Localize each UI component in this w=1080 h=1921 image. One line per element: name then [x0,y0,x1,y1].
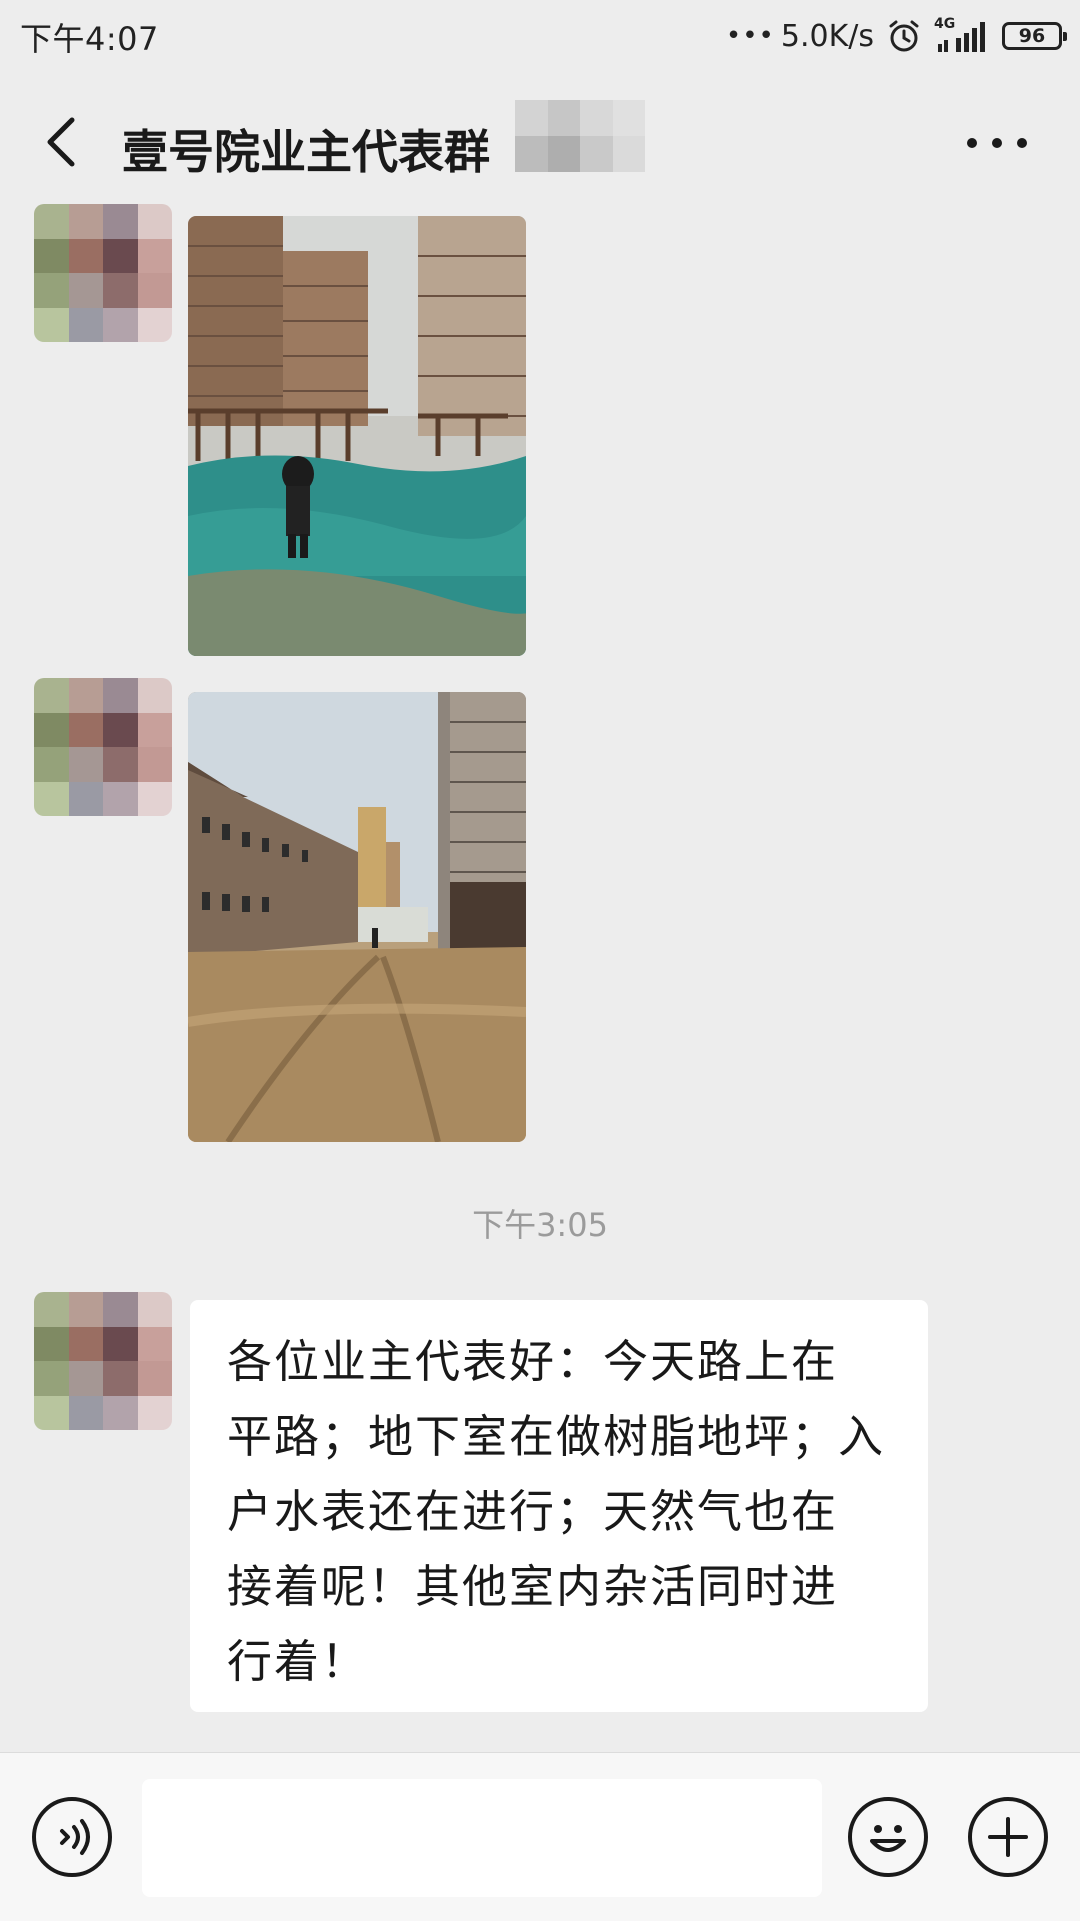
emoji-icon[interactable] [848,1797,928,1877]
message-text-line: 平路；地下室在做树脂地坪；入 [227,1410,886,1463]
status-right-group: ••• 5.0K/s 4G 96 [725,14,1067,58]
message-text-line: 接着呢！其他室内杂活同时进 [227,1560,839,1613]
chat-title: 壹号院业主代表群 [122,125,490,179]
message-text-line: 行着！ [227,1635,369,1688]
network-speed: 5.0K/s [780,18,874,54]
message-input[interactable] [142,1779,822,1897]
chevron-left-icon[interactable] [36,114,92,170]
avatar[interactable] [34,204,172,342]
status-time: 下午4:07 [20,20,159,58]
more-dots-icon: ••• [725,21,775,51]
avatar[interactable] [34,678,172,816]
chat-header: 壹号院业主代表群 [0,72,1080,212]
input-bar [0,1752,1080,1921]
battery-level: 96 [1018,25,1046,47]
message-text-line: 户水表还在进行；天然气也在 [227,1485,839,1538]
message-timestamp: 下午3:05 [472,1206,608,1244]
alarm-icon [889,20,919,52]
title-blur-mosaic [515,100,645,172]
plus-icon[interactable] [968,1797,1048,1877]
message-image-dirt-road[interactable] [188,692,526,1142]
message-text-line: 各位业主代表好：今天路上在 [227,1335,839,1388]
message-image-construction[interactable] [188,216,526,656]
voice-icon[interactable] [32,1797,112,1877]
signal-icon: 4G [934,16,990,54]
avatar[interactable] [34,1292,172,1430]
status-bar: 下午4:07 ••• 5.0K/s 4G 96 [0,0,1080,72]
more-dots-icon[interactable] [962,128,1032,158]
message-bubble[interactable]: 各位业主代表好：今天路上在 平路；地下室在做树脂地坪；入 户水表还在进行；天然气… [190,1300,928,1712]
battery-icon: 96 [1002,22,1067,50]
